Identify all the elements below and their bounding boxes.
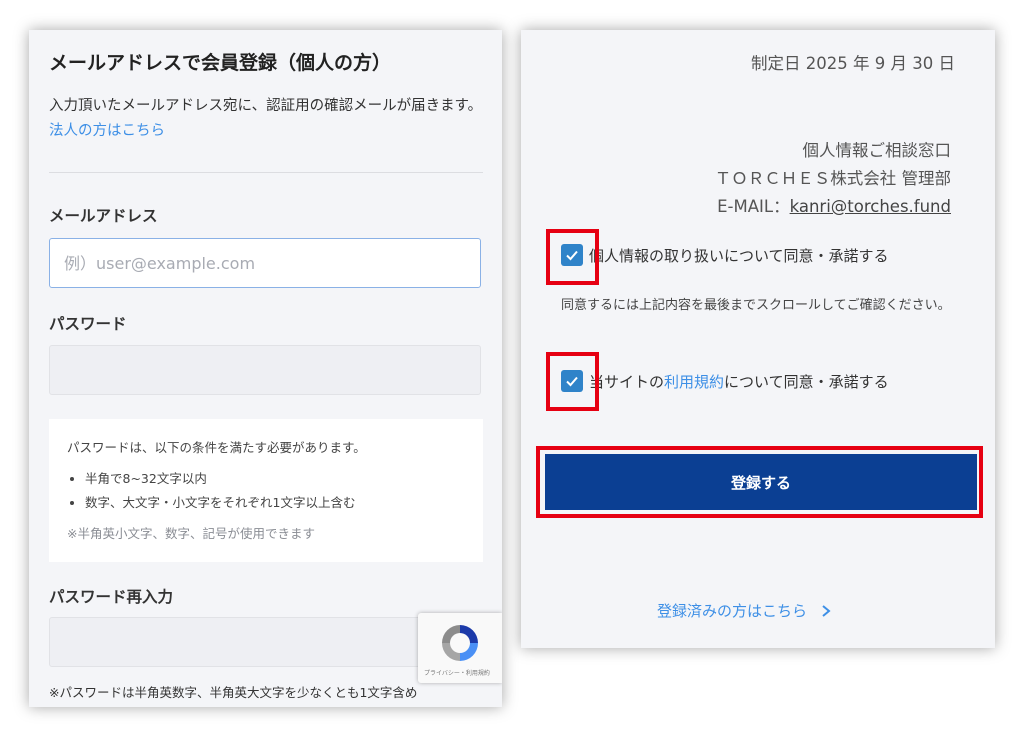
login-link[interactable]: 登録済みの方はこちら — [657, 600, 833, 621]
password-rules-list: 半角で8~32文字以内 数字、大文字・小文字をそれぞれ1文字以上含む — [67, 468, 465, 511]
password-input[interactable] — [49, 345, 481, 395]
recaptcha-icon — [442, 625, 478, 661]
password-rule-item: 数字、大文字・小文字をそれぞれ1文字以上含む — [85, 492, 465, 511]
highlight-box — [546, 352, 599, 411]
divider — [49, 172, 483, 173]
privacy-consent-label: 個人情報の取り扱いについて同意・承諾する — [589, 246, 889, 265]
terms-suffix: について同意・承諾する — [724, 372, 889, 391]
corporate-signup-link[interactable]: 法人の方はこちら — [49, 123, 165, 139]
contact-info: 個人情報ご相談窓口 ＴＯＲＣＨＥＳ株式会社 管理部 E-MAIL：kanri@t… — [715, 137, 951, 221]
terms-link[interactable]: 利用規約 — [664, 371, 724, 392]
description-text: 入力頂いたメールアドレス宛に、認証用の確認メールが届きます。 — [49, 98, 483, 114]
terms-prefix: 当サイトの — [589, 372, 665, 391]
established-date: 制定日 2025 年 9 月 30 日 — [751, 54, 955, 73]
contact-email-link[interactable]: kanri@torches.fund — [790, 197, 951, 216]
password-confirm-input[interactable] — [49, 617, 481, 667]
scroll-note: 同意するには上記内容を最後までスクロールしてご確認ください。 — [561, 298, 951, 313]
password-label: パスワード — [49, 315, 127, 333]
terms-consent-row[interactable]: 当サイトの 利用規約 について同意・承諾する — [561, 370, 889, 392]
email-input[interactable] — [49, 238, 481, 288]
password-rules-intro: パスワードは、以下の条件を満たす必要があります。 — [67, 440, 366, 455]
chevron-right-icon — [822, 604, 831, 617]
password-footnote: ※パスワードは半角英数字、半角英大文字を少なくとも1文字含め — [49, 685, 418, 700]
email-label: メールアドレス — [49, 207, 158, 225]
password-rules-note: ※半角英小文字、数字、記号が使用できます — [67, 526, 315, 541]
highlight-box — [546, 229, 599, 285]
login-link-label[interactable]: 登録済みの方はこちら — [657, 600, 807, 621]
password-rule-item: 半角で8~32文字以内 — [85, 468, 465, 487]
company-name: ＴＯＲＣＨＥＳ株式会社 管理部 — [714, 169, 951, 188]
privacy-consent-row[interactable]: 個人情報の取り扱いについて同意・承諾する — [561, 244, 889, 266]
page-title: メールアドレスで会員登録（個人の方） — [49, 52, 392, 74]
contact-title: 個人情報ご相談窓口 — [802, 141, 952, 160]
email-prefix: E-MAIL： — [717, 197, 790, 216]
password-rules: パスワードは、以下の条件を満たす必要があります。 半角で8~32文字以内 数字、… — [49, 419, 483, 562]
contact-email-row: E-MAIL：kanri@torches.fund — [715, 193, 951, 221]
consent-panel: 制定日 2025 年 9 月 30 日 個人情報ご相談窓口 ＴＯＲＣＨＥＳ株式会… — [521, 30, 995, 648]
signup-panel: メールアドレスで会員登録（個人の方） 入力頂いたメールアドレス宛に、認証用の確認… — [29, 30, 502, 707]
recaptcha-text[interactable]: プライバシー・利用規約 — [424, 668, 490, 677]
recaptcha-badge[interactable]: プライバシー・利用規約 — [418, 613, 502, 683]
password-confirm-label: パスワード再入力 — [49, 588, 174, 606]
signup-description: 入力頂いたメールアドレス宛に、認証用の確認メールが届きます。 法人の方はこちら — [49, 94, 489, 144]
highlight-box — [536, 446, 983, 518]
